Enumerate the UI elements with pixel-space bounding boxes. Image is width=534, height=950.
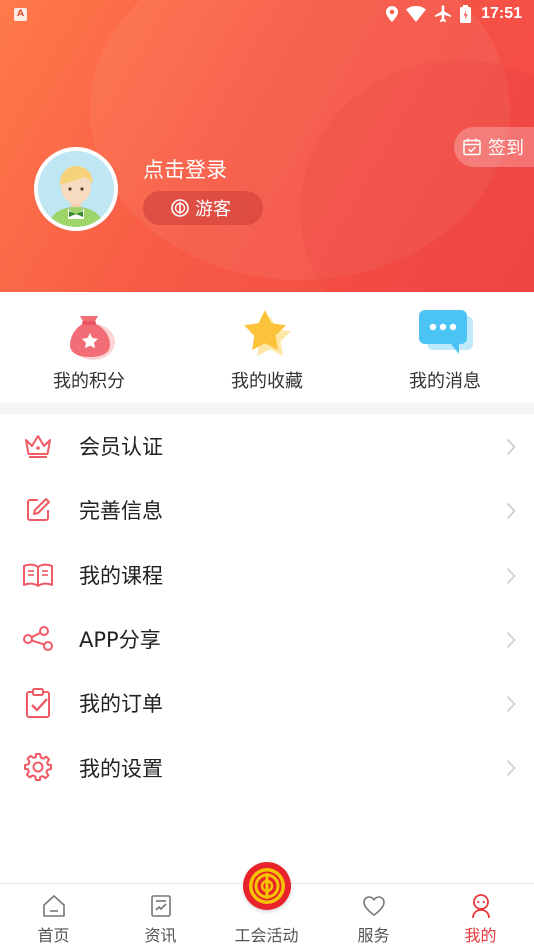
chevron-right-icon — [506, 567, 516, 584]
star-icon — [237, 306, 297, 362]
avatar[interactable] — [34, 147, 118, 231]
wifi-icon — [406, 6, 427, 22]
airplane-icon — [435, 5, 452, 23]
user-type-badge: 游客 — [143, 191, 263, 225]
nav-union-activities[interactable]: 工会活动 — [213, 862, 320, 950]
nav-label: 服务 — [357, 926, 390, 945]
battery-icon — [460, 5, 472, 23]
nav-mine[interactable]: 我的 — [427, 884, 534, 950]
menu-item-label: 我的订单 — [79, 692, 163, 717]
nav-label: 首页 — [37, 926, 70, 945]
clock: 17:51 — [481, 5, 522, 22]
avatar-illustration — [38, 151, 114, 227]
news-icon — [150, 895, 171, 917]
menu-item-orders[interactable]: 我的订单 — [0, 671, 534, 735]
nav-home[interactable]: 首页 — [0, 884, 107, 950]
book-icon — [22, 559, 54, 591]
user-type-label: 游客 — [195, 199, 231, 220]
checkin-label: 签到 — [488, 138, 524, 159]
menu-item-label: 完善信息 — [79, 499, 163, 524]
quick-item-label: 我的收藏 — [231, 371, 303, 392]
nav-label: 工会活动 — [234, 926, 299, 945]
union-emblem-icon — [242, 862, 291, 910]
profile-header: A 17:51 点击登录 游客 签到 — [0, 0, 534, 292]
menu-item-label: 我的设置 — [79, 756, 163, 781]
crown-icon — [22, 430, 54, 462]
home-icon — [42, 895, 65, 917]
login-link[interactable]: 点击登录 — [143, 154, 227, 184]
section-divider — [0, 403, 534, 414]
bottom-navigation: 首页 资讯 工会活动 服务 我的 — [0, 862, 534, 950]
user-avatar-icon — [38, 151, 114, 227]
nav-label: 我的 — [464, 926, 497, 945]
gear-icon — [22, 751, 54, 783]
profile-icon — [471, 894, 490, 919]
nav-label: 资讯 — [144, 926, 177, 945]
menu-list: 会员认证 完善信息 我的课程 APP分享 我的订单 我的设置 — [0, 414, 534, 800]
app-notification-icon: A — [14, 8, 27, 21]
edit-icon — [22, 494, 54, 526]
status-icons: 17:51 — [386, 4, 522, 24]
clipboard-check-icon — [22, 687, 54, 719]
menu-item-complete-info[interactable]: 完善信息 — [0, 478, 534, 542]
quick-actions: 我的积分 我的收藏 我的消息 — [0, 292, 534, 403]
chevron-right-icon — [506, 438, 516, 456]
menu-item-label: APP分享 — [79, 628, 161, 653]
calendar-check-icon — [463, 138, 481, 156]
menu-item-courses[interactable]: 我的课程 — [0, 543, 534, 607]
quick-item-favorites[interactable]: 我的收藏 — [178, 292, 356, 403]
chevron-right-icon — [506, 760, 516, 777]
chevron-right-icon — [506, 696, 516, 713]
heart-icon — [362, 896, 385, 916]
menu-item-label: 会员认证 — [79, 435, 163, 460]
menu-item-settings[interactable]: 我的设置 — [0, 735, 534, 799]
quick-item-label: 我的消息 — [409, 371, 481, 392]
chat-bubble-icon — [415, 306, 475, 362]
checkin-button[interactable]: 签到 — [454, 127, 534, 167]
chevron-right-icon — [506, 631, 516, 649]
union-badge-icon — [171, 199, 189, 217]
quick-item-label: 我的积分 — [53, 371, 125, 392]
menu-item-share[interactable]: APP分享 — [0, 607, 534, 671]
location-icon — [386, 6, 399, 22]
menu-item-membership[interactable]: 会员认证 — [0, 414, 534, 478]
quick-item-messages[interactable]: 我的消息 — [356, 292, 534, 403]
share-icon — [22, 623, 54, 655]
status-bar: A 17:51 — [0, 0, 534, 30]
money-bag-icon — [59, 306, 119, 362]
chevron-right-icon — [506, 503, 516, 520]
nav-news[interactable]: 资讯 — [107, 884, 214, 950]
quick-item-points[interactable]: 我的积分 — [0, 292, 178, 403]
nav-services[interactable]: 服务 — [320, 884, 427, 950]
menu-item-label: 我的课程 — [79, 563, 163, 588]
